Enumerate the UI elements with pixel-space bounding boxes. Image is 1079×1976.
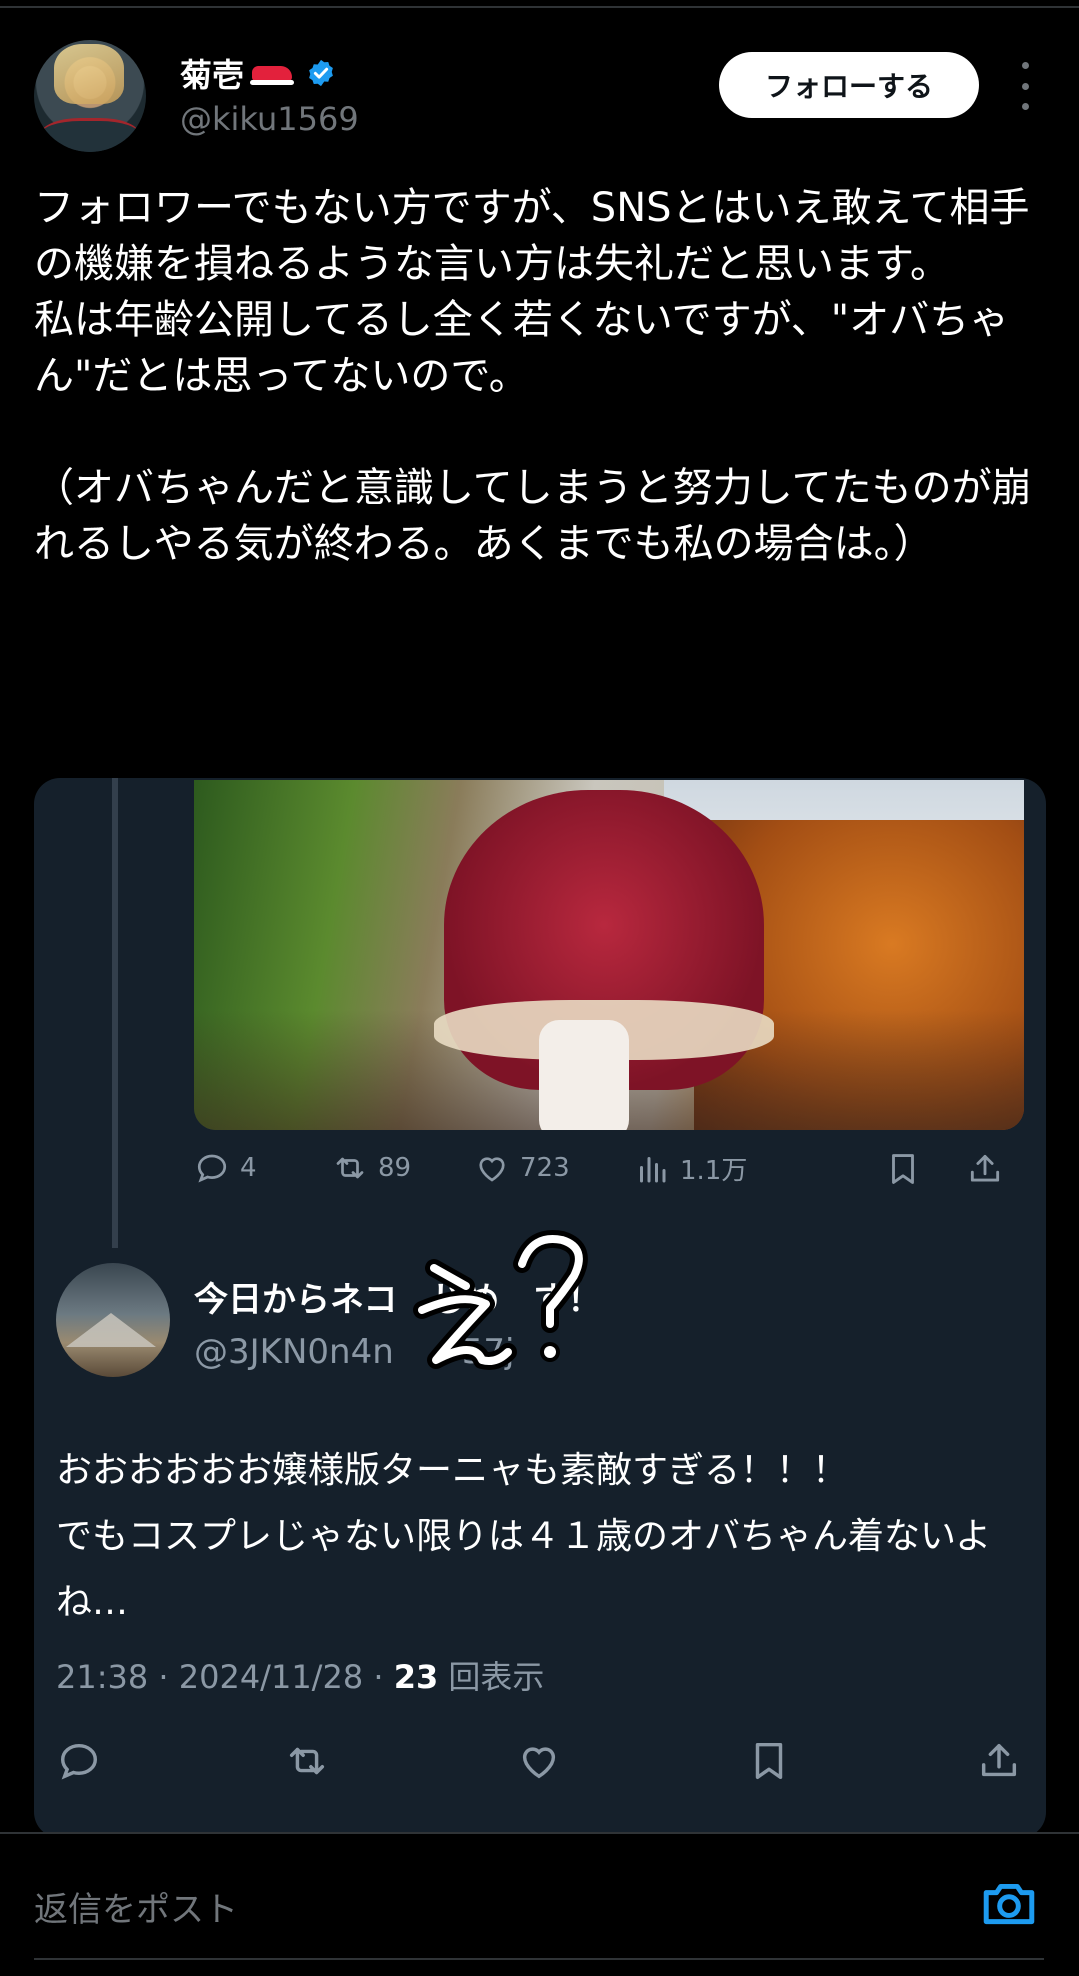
reply-action-bar	[56, 1738, 1026, 1788]
reply-views-label: 回表示	[448, 1658, 545, 1696]
reply-meta: 21:38 · 2024/11/28 · 23 回表示	[56, 1658, 545, 1696]
reply-time[interactable]: 21:38	[56, 1658, 148, 1696]
reply-composer-bar: 返信をポスト	[0, 1832, 1079, 1976]
bottom-divider	[34, 1958, 1044, 1960]
heart-icon	[479, 1157, 505, 1182]
views-count: 1.1万	[680, 1156, 748, 1186]
repost-icon[interactable]	[284, 1738, 330, 1784]
reply-views-count: 23	[393, 1658, 439, 1696]
verified-badge-icon	[309, 59, 333, 87]
reply-author-avatar[interactable]	[56, 1263, 170, 1377]
avatar-suit	[40, 118, 140, 152]
shoe-icon	[250, 60, 295, 86]
camera-icon[interactable]	[980, 1878, 1038, 1928]
share-icon[interactable]	[976, 1738, 1022, 1784]
thread-connector-line	[112, 778, 118, 1248]
reply-text: おおおおおお嬢様版ターニャも素敵すぎる！！！ でもコスプレじゃない限りは４１歳の…	[56, 1450, 992, 1623]
like-count: 723	[520, 1153, 570, 1183]
more-options-icon[interactable]	[1010, 62, 1040, 110]
bookmark-icon[interactable]	[884, 1150, 922, 1188]
bookmark-icon[interactable]	[746, 1738, 792, 1784]
reply-icon[interactable]	[56, 1738, 102, 1784]
share-icon[interactable]	[966, 1150, 1004, 1188]
reply-date[interactable]: 2024/11/28	[179, 1658, 363, 1696]
repost-icon	[336, 1157, 364, 1179]
top-divider	[0, 6, 1079, 8]
tweet-text: フォロワーでもない方ですが、SNSとはいえ敢えて相手の機嫌を損ねるような言い方は…	[34, 185, 1032, 567]
handwritten-scribble	[413, 1230, 588, 1370]
repost-count: 89	[378, 1153, 412, 1183]
analytics-icon	[640, 1156, 666, 1182]
reply-count: 4	[240, 1153, 257, 1183]
author-handle[interactable]: @kiku1569	[180, 100, 359, 138]
cosplay-photo[interactable]	[194, 780, 1024, 1130]
author-display-name[interactable]: 菊壱	[180, 50, 244, 96]
parent-tweet-card[interactable]: 4 89 723 1.1万 今日からネコ じめ す！ @3JKN0n4n 57j…	[34, 778, 1046, 1838]
parent-stats-bar: 4 89 723 1.1万	[194, 1150, 1024, 1200]
like-stat[interactable]: 723	[474, 1150, 570, 1186]
reply-icon	[197, 1154, 227, 1183]
views-stat[interactable]: 1.1万	[634, 1150, 747, 1187]
repost-stat[interactable]: 89	[332, 1150, 411, 1186]
reply-input[interactable]: 返信をポスト	[34, 1882, 238, 1931]
reply-stat[interactable]: 4	[194, 1150, 257, 1186]
follow-button[interactable]: フォローする	[719, 52, 979, 118]
author-name-row[interactable]: 菊壱	[180, 50, 336, 96]
avatar-hair	[54, 44, 124, 104]
heart-icon[interactable]	[516, 1738, 562, 1784]
author-avatar[interactable]	[34, 40, 146, 152]
